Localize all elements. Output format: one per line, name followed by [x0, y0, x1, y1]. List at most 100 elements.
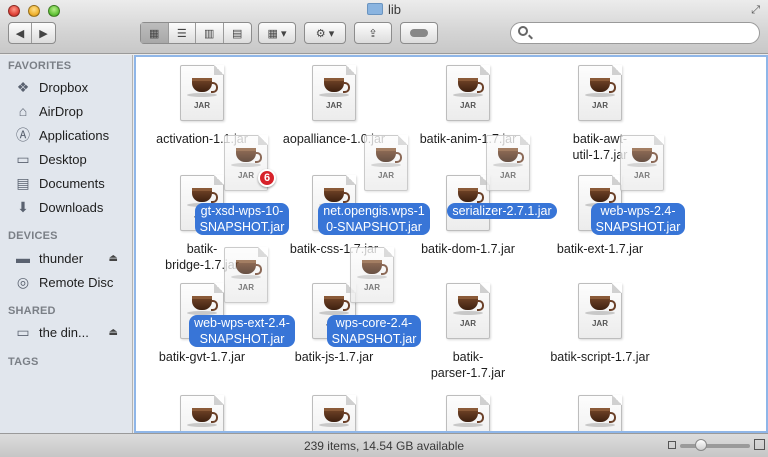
shared-header: SHARED: [8, 305, 56, 317]
window-title: lib: [0, 2, 768, 17]
search-input[interactable]: [533, 25, 753, 41]
jar-label: JAR: [499, 171, 516, 180]
dragged-file-name[interactable]: serializer-2.7.1.jar: [436, 203, 568, 219]
share-button[interactable]: ⇪: [354, 22, 392, 44]
jar-file-icon: JAR: [312, 395, 356, 431]
dropbox-icon: ❖: [16, 78, 30, 95]
back-forward-control: ◀ ▶: [8, 22, 56, 44]
eject-icon[interactable]: ⏏: [109, 253, 118, 264]
jar-label: JAR: [591, 101, 608, 110]
window-title-text: lib: [387, 2, 401, 17]
jar-label: JAR: [459, 101, 476, 110]
list-view-icon: ☰: [176, 27, 187, 40]
selected-label: web-wps-2.4- SNAPSHOT.jar: [590, 203, 686, 235]
jar-label: JAR: [377, 171, 394, 180]
file-name[interactable]: batik-gvt-1.7.jar: [136, 349, 268, 365]
sidebar-item-label: Documents: [39, 175, 105, 191]
file-icon-view[interactable]: JAR activation-1.1.jar JAR aopalliance-1.0.…: [134, 55, 768, 433]
jar-label: JAR: [633, 171, 650, 180]
chevron-right-icon: ▶: [39, 27, 48, 40]
sidebar-item-dropbox[interactable]: ❖ Dropbox: [15, 76, 130, 98]
dragged-file-name[interactable]: web-wps-ext-2.4- SNAPSHOT.jar: [176, 315, 308, 347]
chevron-left-icon: ◀: [15, 27, 25, 40]
icon-size-slider-knob[interactable]: [695, 439, 707, 451]
sidebar-item-downloads[interactable]: ⬇ Downloads: [15, 196, 130, 218]
coverflow-view-button[interactable]: ▤: [224, 23, 251, 43]
sidebar-item-thunder[interactable]: ▬ thunder ⏏: [15, 247, 130, 269]
search-icon: [518, 26, 528, 36]
sidebar-item-applications[interactable]: Ⓐ Applications: [15, 124, 130, 146]
sidebar-item-label: Downloads: [39, 199, 104, 215]
chevron-down-icon: ▾: [328, 27, 335, 40]
file-name[interactable]: batik-js-1.7.jar: [268, 349, 400, 365]
file-name[interactable]: batik-script-1.7.jar: [534, 349, 666, 365]
sidebar-item-label: the din...: [39, 324, 89, 340]
jar-file-icon: JAR: [180, 65, 224, 121]
hard-drive-icon: ▬: [16, 250, 30, 266]
jar-label: JAR: [459, 319, 476, 328]
arrange-grid-icon: ▦: [267, 27, 278, 40]
jar-file-icon: JAR: [578, 395, 622, 431]
selected-label: web-wps-ext-2.4- SNAPSHOT.jar: [189, 315, 295, 347]
icon-size-slider[interactable]: [680, 444, 750, 448]
jar-label: JAR: [193, 101, 210, 110]
column-view-button[interactable]: ▥: [196, 23, 224, 43]
file-name[interactable]: batik- parser-1.7.jar: [402, 349, 534, 381]
status-text: 239 items, 14.54 GB available: [303, 439, 465, 453]
back-button[interactable]: ◀: [9, 23, 33, 43]
jar-label: JAR: [591, 319, 608, 328]
sidebar-item-label: AirDrop: [39, 103, 84, 119]
sidebar-item-documents[interactable]: ▤ Documents: [15, 172, 130, 194]
large-icon-size-icon: [754, 439, 765, 450]
sidebar-item-remote-disc[interactable]: ◎ Remote Disc: [15, 271, 130, 293]
eject-icon[interactable]: ⏏: [109, 327, 118, 338]
status-bar: 239 items, 14.54 GB available: [0, 433, 768, 457]
coverflow-view-icon: ▤: [232, 27, 243, 40]
jar-file-icon: JAR: [312, 65, 356, 121]
favorites-header: FAVORITES: [8, 60, 72, 72]
fullscreen-icon[interactable]: ⤢: [751, 4, 760, 17]
search-field[interactable]: [510, 22, 760, 44]
forward-button[interactable]: ▶: [32, 23, 55, 43]
sidebar-item-label: Remote Disc: [39, 274, 114, 290]
jar-file-icon: JAR: [578, 65, 622, 121]
list-view-button[interactable]: ☰: [169, 23, 196, 43]
jar-file-icon: JAR: [364, 135, 408, 191]
dragged-file-name[interactable]: gt-xsd-wps-10- SNAPSHOT.jar: [176, 203, 308, 235]
action-button[interactable]: ⚙ ▾: [304, 22, 346, 44]
small-icon-size-icon: [668, 441, 676, 449]
applications-icon: Ⓐ: [16, 127, 30, 143]
disc-icon: ◎: [16, 273, 30, 290]
airdrop-icon: ⌂: [18, 103, 28, 119]
share-icon: ⇪: [368, 27, 378, 40]
dragged-file-name[interactable]: net.opengis.wps-1 0-SNAPSHOT.jar: [308, 203, 440, 235]
icon-view-button[interactable]: ▦: [141, 23, 169, 43]
sidebar-item-label: Dropbox: [39, 79, 89, 95]
selected-label: gt-xsd-wps-10- SNAPSHOT.jar: [194, 203, 290, 235]
jar-label: JAR: [363, 283, 380, 292]
arrange-button[interactable]: ▦ ▾: [258, 22, 296, 44]
jar-file-icon: JAR: [578, 283, 622, 339]
downloads-icon: ⬇: [17, 198, 29, 215]
sidebar-item-the-din[interactable]: ▭ the din... ⏏: [15, 321, 130, 343]
dragged-file-name[interactable]: wps-core-2.4- SNAPSHOT.jar: [308, 315, 440, 347]
jar-file-icon: JAR: [350, 247, 394, 303]
dragged-file-name[interactable]: web-wps-2.4- SNAPSHOT.jar: [572, 203, 704, 235]
sidebar-item-desktop[interactable]: ▭ Desktop: [15, 148, 130, 170]
icon-view-icon: ▦: [149, 27, 160, 40]
jar-file-icon: JAR: [446, 395, 490, 431]
drag-count-badge: 6: [258, 169, 276, 187]
file-name[interactable]: batik-dom-1.7.jar: [402, 241, 534, 257]
sidebar-item-label: thunder: [39, 250, 84, 266]
folder-icon: [366, 3, 383, 15]
jar-label: JAR: [237, 283, 254, 292]
documents-icon: ▤: [16, 174, 30, 191]
tag-button[interactable]: [400, 22, 438, 44]
column-view-icon: ▥: [204, 27, 215, 40]
jar-file-icon: JAR: [486, 135, 530, 191]
sidebar-item-airdrop[interactable]: ⌂ AirDrop: [15, 100, 130, 122]
file-name[interactable]: batik-ext-1.7.jar: [534, 241, 666, 257]
chevron-down-icon: ▾: [280, 27, 287, 40]
jar-file-icon: JAR: [180, 395, 224, 431]
desktop-icon: ▭: [16, 150, 30, 167]
